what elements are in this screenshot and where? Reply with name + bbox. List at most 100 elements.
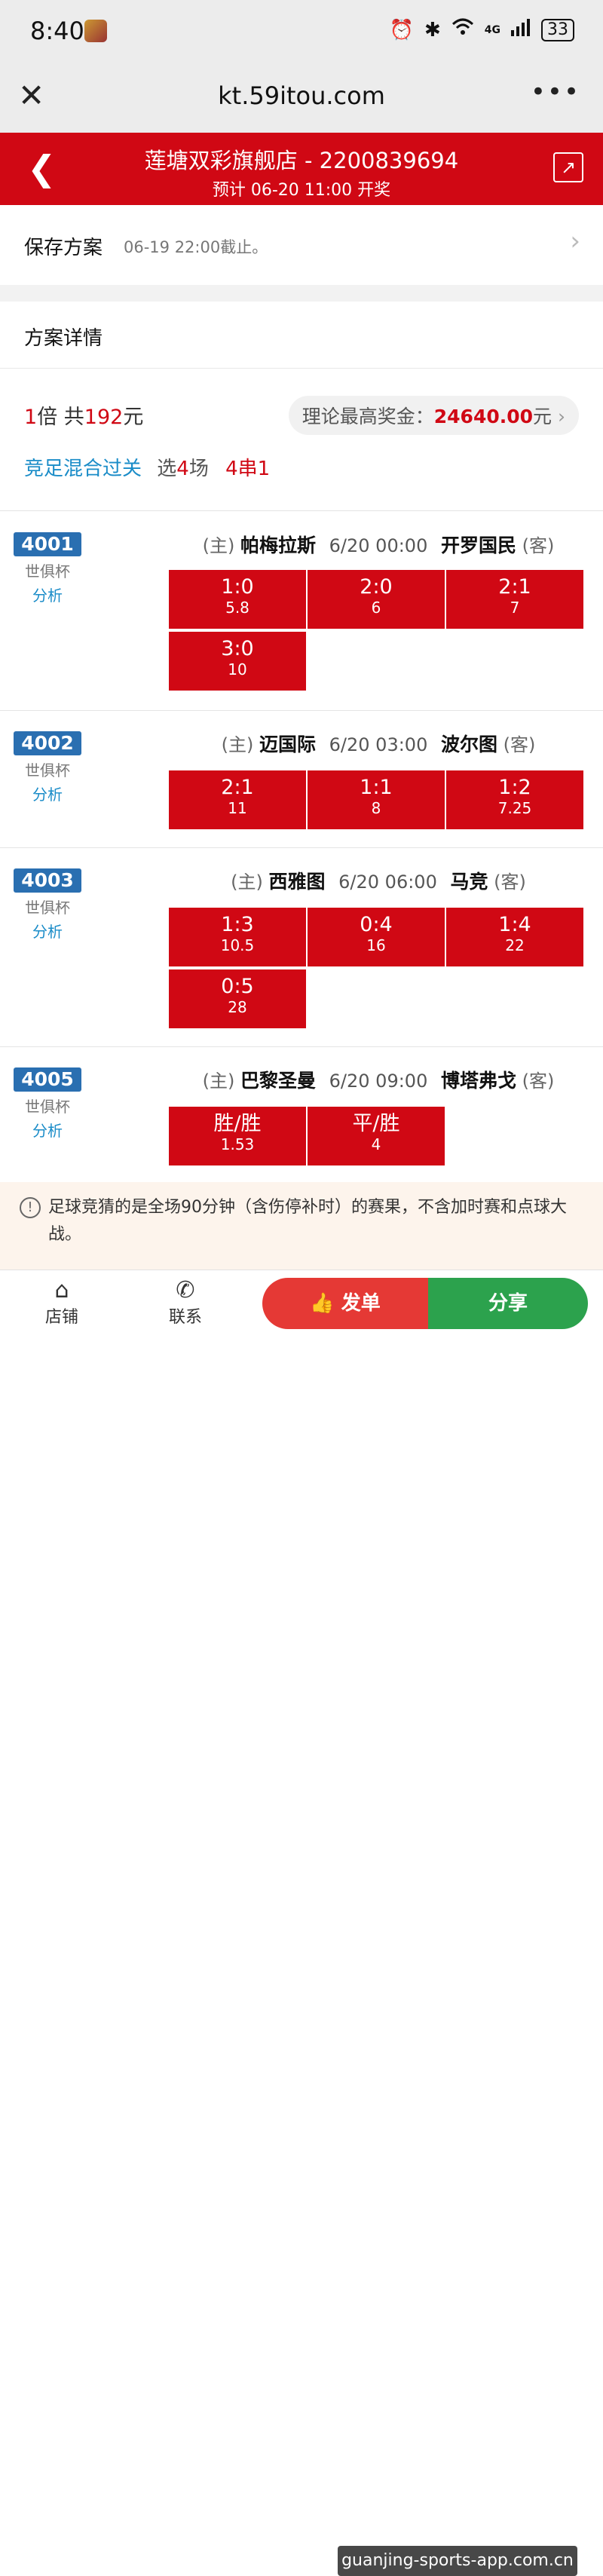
pick-odds: 5.8: [225, 599, 249, 617]
nav-shop[interactable]: ⌂ 店铺: [17, 1278, 107, 1328]
away-tag: (客): [522, 535, 555, 556]
pick-cell[interactable]: 1:1 8: [308, 770, 445, 829]
nav-shop-label: 店铺: [44, 1308, 78, 1327]
info-icon: !: [20, 1197, 41, 1218]
save-plan-row[interactable]: 保存方案 06-19 22:00截止。 ›: [0, 205, 603, 285]
pick-odds: 11: [228, 799, 247, 817]
away-team: 马竞: [450, 871, 488, 893]
post-order-label: 发单: [341, 1292, 381, 1315]
share-plan-button[interactable]: 分享: [428, 1278, 588, 1329]
pick-odds: 8: [371, 799, 381, 817]
signal-icon: [511, 18, 531, 41]
pick-odds: 4: [371, 1135, 381, 1153]
pick-odds: 6: [371, 599, 381, 617]
share-plan-label: 分享: [488, 1292, 528, 1315]
section-divider: [0, 285, 603, 302]
bluetooth-icon: ✱: [424, 18, 441, 41]
more-icon[interactable]: •••: [531, 77, 580, 107]
combo-type: 4串1: [225, 458, 271, 480]
pick-cell[interactable]: 0:5 28: [169, 969, 306, 1028]
post-order-button[interactable]: 👍 发单: [262, 1278, 428, 1329]
pick-cell[interactable]: 2:1 7: [446, 570, 583, 629]
pick-cell[interactable]: 0:4 16: [308, 908, 445, 966]
pick-score: 1:2: [498, 776, 531, 799]
match-card: 4001 世俱杯 分析 (主) 帕梅拉斯 6/20 00:00 开罗国民 (客)…: [0, 511, 603, 711]
match-teams: (主) 迈国际 6/20 03:00 波尔图 (客): [167, 730, 589, 757]
league-label: 世俱杯: [25, 562, 70, 580]
home-tag: (主): [202, 535, 235, 556]
home-team: 西雅图: [268, 871, 326, 893]
pick-odds: 10: [228, 660, 247, 678]
league-label: 世俱杯: [25, 1098, 70, 1116]
plan-summary: 1倍 共192元 理论最高奖金：24640.00元 › 竞足混合过关 选4场 4…: [0, 369, 603, 511]
pick-score: 胜/胜: [213, 1112, 262, 1135]
pick-cell[interactable]: 平/胜 4: [308, 1107, 445, 1165]
pick-odds: 22: [505, 936, 525, 954]
pick-score: 1:4: [498, 913, 531, 936]
match-time: 6/20 06:00: [338, 871, 437, 893]
analysis-link[interactable]: 分析: [14, 584, 81, 605]
plan-detail-label: 方案详情: [24, 327, 103, 350]
pick-score: 1:0: [221, 575, 254, 599]
bottom-bar: ⌂ 店铺 ✆ 联系 👍 发单 分享 guanjing-sports-app.co…: [0, 1270, 603, 2576]
home-tag: (主): [202, 1071, 235, 1092]
pick-cell[interactable]: 2:0 6: [308, 570, 445, 629]
wifi-icon: [451, 18, 474, 41]
status-bar: 8:40 ⏰ ✱ 4G 33: [0, 0, 603, 66]
analysis-link[interactable]: 分析: [14, 920, 81, 942]
match-id: 4001: [14, 532, 81, 556]
multiple-unit: 倍 共: [37, 406, 84, 429]
phone-icon: ✆: [176, 1277, 195, 1303]
pick-odds: 16: [366, 936, 386, 954]
nav-contact[interactable]: ✆ 联系: [140, 1278, 231, 1328]
status-icons: ⏰ ✱ 4G 33: [390, 18, 574, 41]
pick-cell[interactable]: 胜/胜 1.53: [169, 1107, 306, 1165]
play-type: 竞足混合过关: [24, 458, 142, 480]
away-team: 开罗国民: [440, 534, 516, 556]
select-suffix: 场: [188, 458, 209, 480]
match-card: 4003 世俱杯 分析 (主) 西雅图 6/20 06:00 马竞 (客) 1:…: [0, 847, 603, 1047]
rules-notice: ! 足球竞猜的是全场90分钟（含伤停补时）的赛果，不含加时赛和点球大战。: [0, 1182, 603, 1270]
pick-cell[interactable]: 1:3 10.5: [169, 908, 306, 966]
pick-cell[interactable]: 3:0 10: [169, 632, 306, 691]
select-count: 4: [176, 458, 189, 480]
alarm-icon: ⏰: [389, 18, 414, 41]
store-title: 莲塘双彩旗舰店 - 2200839694: [144, 148, 459, 173]
max-prize-pill[interactable]: 理论最高奖金：24640.00元 ›: [288, 396, 579, 435]
pick-score: 0:5: [221, 975, 254, 998]
pick-score: 3:0: [221, 637, 254, 660]
pick-score: 0:4: [360, 913, 393, 936]
pick-odds: 7.25: [497, 799, 532, 817]
pick-cell[interactable]: 1:4 22: [446, 908, 583, 966]
store-header: ❮ 莲塘双彩旗舰店 - 2200839694 预计 06-20 11:00 开奖…: [0, 133, 603, 205]
status-time: 8:40: [30, 17, 84, 45]
away-team: 博塔弗戈: [440, 1070, 516, 1092]
amount-unit: 元: [123, 406, 144, 429]
analysis-link[interactable]: 分析: [14, 1119, 81, 1141]
pick-score: 1:1: [360, 776, 393, 799]
battery-icon: 33: [541, 18, 574, 41]
league-label: 世俱杯: [25, 899, 70, 917]
match-time: 6/20 09:00: [329, 1071, 428, 1092]
pick-odds: 1.53: [220, 1135, 255, 1153]
pick-odds: 28: [228, 998, 247, 1016]
pick-cell[interactable]: 2:1 11: [169, 770, 306, 829]
chevron-right-icon: ›: [558, 406, 565, 427]
notice-text: 足球竞猜的是全场90分钟（含伤停补时）的赛果，不含加时赛和点球大战。: [48, 1198, 567, 1244]
deadline-text: 06-19 22:00截止。: [124, 238, 268, 256]
home-tag: (主): [231, 871, 263, 893]
match-card: 4005 世俱杯 分析 (主) 巴黎圣曼 6/20 09:00 博塔弗戈 (客)…: [0, 1046, 603, 1182]
home-team: 巴黎圣曼: [240, 1070, 317, 1092]
pick-score: 2:1: [221, 776, 254, 799]
match-id: 4002: [14, 731, 81, 755]
away-tag: (客): [494, 871, 526, 893]
share-icon[interactable]: ↗: [553, 152, 583, 182]
match-id: 4005: [14, 1067, 81, 1092]
pick-cell[interactable]: 1:2 7.25: [446, 770, 583, 829]
home-icon: ⌂: [54, 1277, 69, 1303]
pick-cell[interactable]: 1:0 5.8: [169, 570, 306, 629]
thumbs-up-icon: 👍: [310, 1292, 335, 1315]
max-prize-label: 理论最高奖金：: [302, 406, 434, 427]
pick-score: 2:0: [360, 575, 393, 599]
analysis-link[interactable]: 分析: [14, 783, 81, 804]
